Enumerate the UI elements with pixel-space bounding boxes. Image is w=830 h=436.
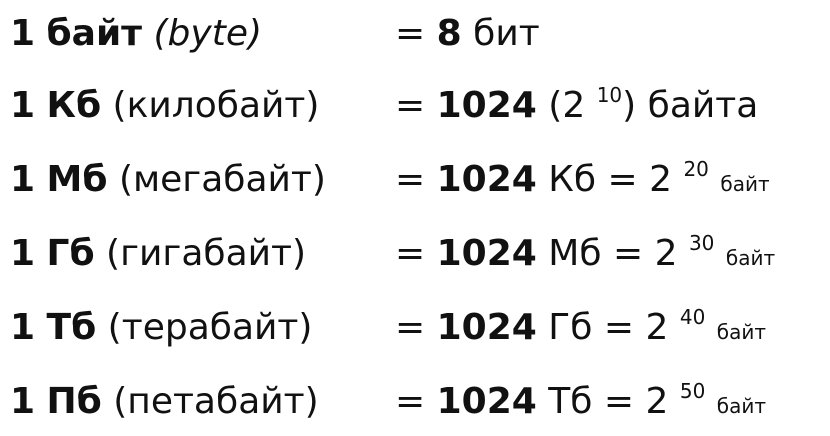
unit-number: 1 bbox=[10, 381, 36, 422]
unit-left-terabyte: 1 Тб (терабайт) bbox=[10, 298, 312, 358]
unit-equivalent: бит bbox=[473, 13, 540, 54]
unit-symbol: Мб bbox=[46, 159, 108, 200]
unit-equivalent-suffix: байт bbox=[725, 246, 776, 270]
unit-name: (мегабайт) bbox=[118, 159, 326, 200]
power-exponent: 50 bbox=[679, 379, 706, 403]
unit-row-megabyte: 1 Мб (мегабайт) = 1024 Кб = 2 20 байт bbox=[0, 150, 830, 210]
unit-value: 1024 bbox=[436, 381, 537, 422]
unit-value: 8 bbox=[436, 13, 462, 54]
unit-name: (терабайт) bbox=[107, 307, 313, 348]
unit-row-kilobyte: 1 Кб (килобайт) = 1024 (2 10) байта bbox=[0, 76, 830, 136]
unit-left-kilobyte: 1 Кб (килобайт) bbox=[10, 76, 319, 136]
unit-right-megabyte: = 1024 Кб = 2 20 байт bbox=[395, 150, 770, 214]
unit-left-gigabyte: 1 Гб (гигабайт) bbox=[10, 224, 306, 284]
equals-sign: = bbox=[395, 233, 426, 274]
unit-right-gigabyte: = 1024 Мб = 2 30 байт bbox=[395, 224, 775, 288]
unit-number: 1 bbox=[10, 233, 36, 274]
unit-row-petabyte: 1 Пб (петабайт) = 1024 Тб = 2 50 байт bbox=[0, 372, 830, 432]
unit-number: 1 bbox=[10, 159, 36, 200]
unit-equivalent-suffix: байт bbox=[720, 172, 770, 196]
equals-sign: = bbox=[395, 159, 426, 200]
unit-number: 1 bbox=[10, 13, 36, 54]
unit-symbol: байт bbox=[46, 13, 143, 54]
unit-right-byte: = 8 бит bbox=[395, 4, 540, 64]
unit-symbol: Пб bbox=[46, 381, 102, 422]
unit-left-byte: 1 байт (byte) bbox=[10, 4, 262, 64]
power-exponent: 40 bbox=[679, 305, 706, 329]
unit-right-terabyte: = 1024 Гб = 2 40 байт bbox=[395, 298, 766, 362]
unit-equivalent: Гб = 2 bbox=[548, 307, 669, 348]
unit-equivalent: Кб = 2 bbox=[548, 159, 672, 200]
unit-equivalent-suffix: байт bbox=[716, 320, 767, 344]
unit-equivalent-suffix: ) байта bbox=[622, 85, 759, 126]
unit-equivalent: Мб = 2 bbox=[548, 233, 678, 274]
power-exponent: 20 bbox=[683, 157, 709, 181]
unit-symbol: Гб bbox=[46, 233, 95, 274]
unit-number: 1 bbox=[10, 85, 36, 126]
unit-symbol: Тб bbox=[46, 307, 97, 348]
unit-left-megabyte: 1 Мб (мегабайт) bbox=[10, 150, 326, 210]
power-exponent: 10 bbox=[596, 83, 623, 107]
unit-row-terabyte: 1 Тб (терабайт) = 1024 Гб = 2 40 байт bbox=[0, 298, 830, 358]
unit-value: 1024 bbox=[436, 85, 537, 126]
equals-sign: = bbox=[395, 13, 426, 54]
unit-symbol: Кб bbox=[46, 85, 102, 126]
units-table: 1 байт (byte) = 8 бит 1 Кб (килобайт) = … bbox=[0, 0, 830, 423]
equals-sign: = bbox=[395, 307, 426, 348]
unit-equivalent: Тб = 2 bbox=[548, 381, 669, 422]
equals-sign: = bbox=[395, 85, 426, 126]
unit-right-petabyte: = 1024 Тб = 2 50 байт bbox=[395, 372, 766, 436]
unit-name: (петабайт) bbox=[113, 381, 319, 422]
unit-number: 1 bbox=[10, 307, 36, 348]
unit-row-gigabyte: 1 Гб (гигабайт) = 1024 Мб = 2 30 байт bbox=[0, 224, 830, 284]
unit-name: (byte) bbox=[153, 13, 263, 54]
equals-sign: = bbox=[395, 381, 426, 422]
unit-right-kilobyte: = 1024 (2 10) байта bbox=[395, 76, 758, 140]
unit-equivalent-suffix: байт bbox=[716, 394, 767, 418]
unit-row-byte: 1 байт (byte) = 8 бит bbox=[0, 4, 830, 64]
unit-value: 1024 bbox=[436, 233, 537, 274]
unit-equivalent: (2 bbox=[548, 85, 586, 126]
unit-left-petabyte: 1 Пб (петабайт) bbox=[10, 372, 319, 432]
power-exponent: 30 bbox=[688, 231, 715, 255]
unit-name: (гигабайт) bbox=[106, 233, 307, 274]
unit-value: 1024 bbox=[436, 159, 537, 200]
unit-name: (килобайт) bbox=[112, 85, 320, 126]
unit-value: 1024 bbox=[436, 307, 537, 348]
